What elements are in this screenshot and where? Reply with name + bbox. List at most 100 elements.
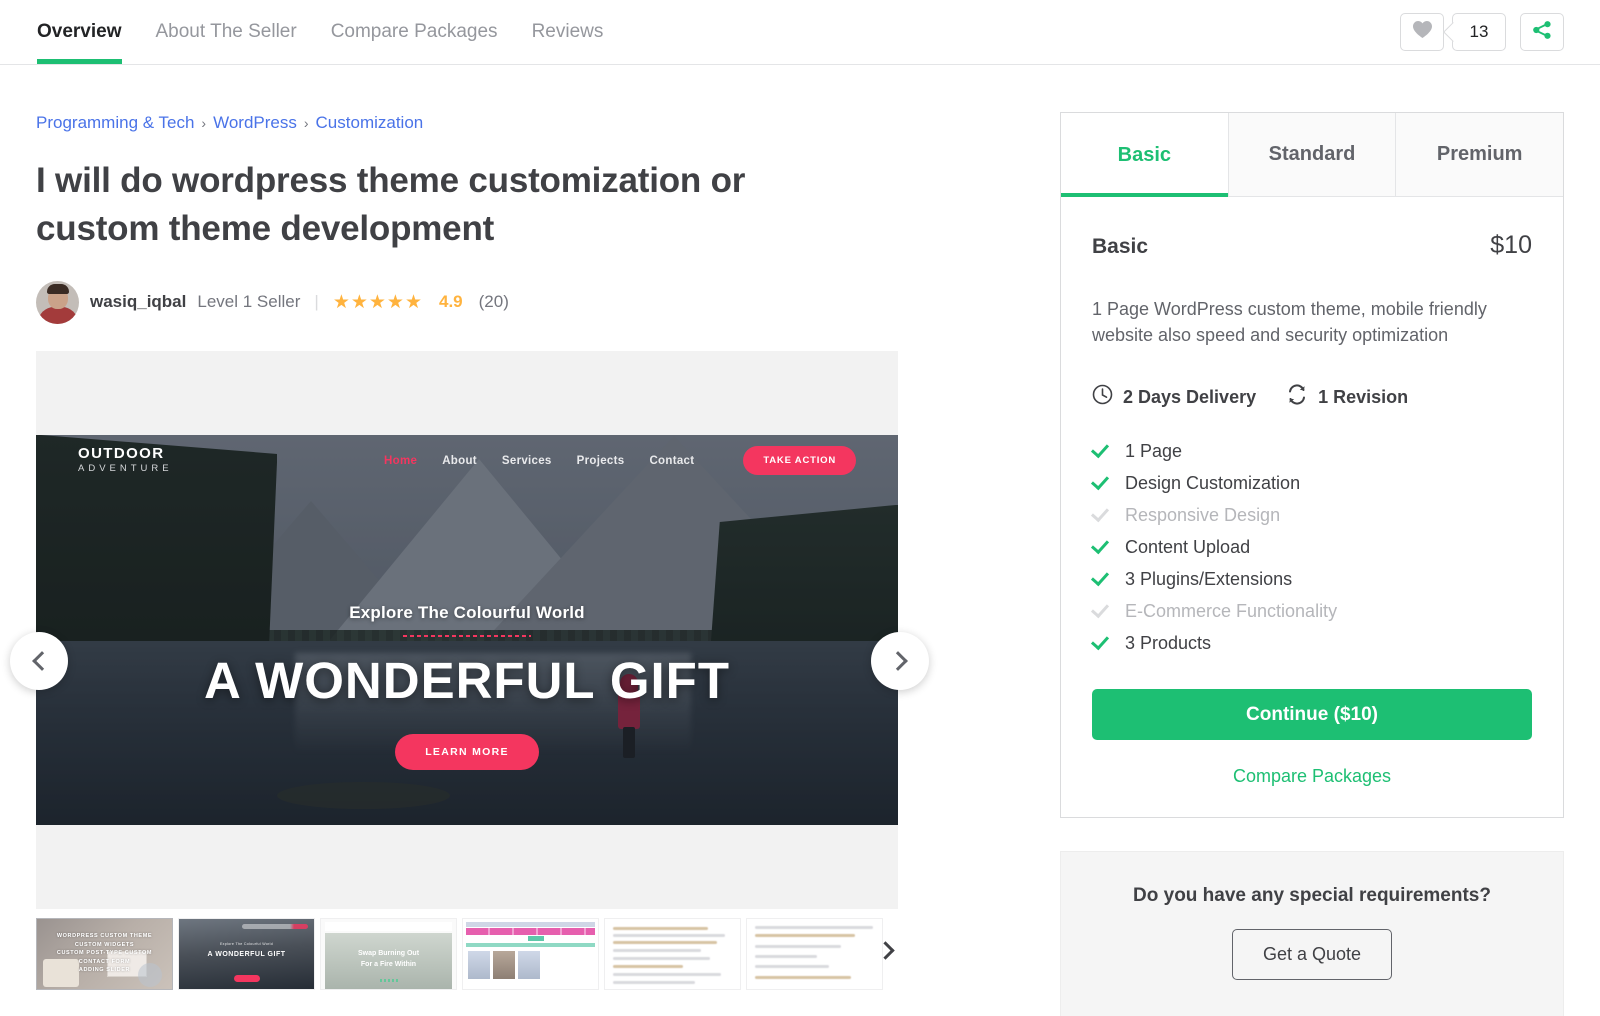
slide-nav-link-home: Home bbox=[384, 454, 418, 467]
gallery-next-button[interactable] bbox=[871, 631, 929, 690]
refresh-icon bbox=[1286, 384, 1308, 410]
avatar[interactable] bbox=[36, 280, 79, 324]
package-feature-list: 1 Page Design Customization Responsive D… bbox=[1092, 435, 1532, 659]
special-requirements-title: Do you have any special requirements? bbox=[1133, 885, 1491, 907]
gallery-thumbnail-caption: WORDPRESS CUSTOM THEME CUSTOM WIDGETS CU… bbox=[56, 933, 153, 974]
collect-count-value: 13 bbox=[1469, 22, 1489, 41]
slide-site-navbar: OUTDOOR ADVENTURE Home About Services Pr… bbox=[36, 441, 898, 481]
gallery-thumbnail[interactable]: WORDPRESS CUSTOM THEME CUSTOM WIDGETS CU… bbox=[36, 917, 173, 990]
tab-reviews[interactable]: Reviews bbox=[532, 0, 604, 64]
revisions: 1 Revision bbox=[1286, 384, 1408, 410]
slide-nav-link-contact: Contact bbox=[649, 454, 695, 467]
tab-overview-label: Overview bbox=[37, 21, 122, 42]
package-feature-label: Content Upload bbox=[1125, 536, 1251, 557]
tab-about-the-seller[interactable]: About The Seller bbox=[156, 0, 297, 64]
gig-actions: 13 bbox=[1400, 13, 1564, 51]
seller-level: Level 1 Seller bbox=[197, 292, 301, 312]
rating-stars-icon: ★★★★★ bbox=[332, 291, 423, 313]
gallery-slide-image[interactable]: OUTDOOR ADVENTURE Home About Services Pr… bbox=[36, 434, 898, 825]
slide-brand-logo: OUTDOOR ADVENTURE bbox=[78, 445, 173, 477]
slide-hero-headline: A WONDERFUL GIFT bbox=[204, 651, 730, 709]
package-feature-label: 3 Products bbox=[1125, 632, 1212, 653]
gallery-thumbnail-strip: WORDPRESS CUSTOM THEME CUSTOM WIDGETS CU… bbox=[36, 917, 898, 990]
gallery-thumbnail[interactable] bbox=[462, 917, 599, 990]
package-meta: 2 Days Delivery 1 Revision bbox=[1092, 384, 1532, 410]
package-feature-label: 1 Page bbox=[1125, 440, 1183, 461]
get-a-quote-button[interactable]: Get a Quote bbox=[1231, 929, 1393, 981]
check-icon bbox=[1092, 606, 1109, 617]
package-tabs: Basic Standard Premium bbox=[1061, 113, 1564, 197]
special-requirements-box: Do you have any special requirements? Ge… bbox=[1060, 851, 1564, 1016]
breadcrumb-item-category[interactable]: Programming & Tech bbox=[36, 113, 194, 133]
package-description: 1 Page WordPress custom theme, mobile fr… bbox=[1092, 299, 1487, 346]
slide-nav-link-about: About bbox=[442, 454, 477, 467]
package-feature-disabled: Responsive Design bbox=[1092, 499, 1532, 531]
slide-hero-divider bbox=[403, 634, 531, 637]
share-button[interactable] bbox=[1520, 13, 1564, 51]
package-details: Basic $10 1 Page WordPress custom theme,… bbox=[1061, 197, 1563, 817]
breadcrumb-item-leaf[interactable]: Customization bbox=[316, 113, 424, 133]
gallery-thumbnail[interactable]: Explore The Colourful World A WONDERFUL … bbox=[178, 917, 315, 990]
page-title: I will do wordpress theme customization … bbox=[36, 161, 746, 249]
tab-compare-packages[interactable]: Compare Packages bbox=[331, 0, 498, 64]
collect-count-badge[interactable]: 13 bbox=[1452, 13, 1506, 51]
gig-section-tabs: Overview About The Seller Compare Packag… bbox=[0, 0, 603, 64]
delivery-time-label: 2 Days Delivery bbox=[1123, 386, 1257, 407]
avatar-body bbox=[37, 306, 78, 324]
gallery-stage: OUTDOOR ADVENTURE Home About Services Pr… bbox=[36, 350, 898, 909]
share-icon bbox=[1532, 20, 1552, 45]
slide-hero-kicker: Explore The Colourful World bbox=[349, 602, 585, 622]
gig-gallery: OUTDOOR ADVENTURE Home About Services Pr… bbox=[10, 350, 929, 990]
check-icon bbox=[1092, 638, 1109, 649]
heart-icon bbox=[1412, 20, 1433, 44]
package-feature-label: 3 Plugins/Extensions bbox=[1125, 568, 1293, 589]
check-icon bbox=[1092, 446, 1109, 457]
package-feature: 3 Products bbox=[1092, 627, 1532, 659]
rating-count: (20) bbox=[478, 292, 509, 312]
package-feature: Design Customization bbox=[1092, 467, 1532, 499]
gallery-thumbnail[interactable] bbox=[746, 917, 883, 990]
gig-main-column: Programming & Tech › WordPress › Customi… bbox=[10, 65, 936, 1016]
package-feature: 3 Plugins/Extensions bbox=[1092, 563, 1532, 595]
breadcrumb-separator-icon: › bbox=[303, 115, 309, 131]
gig-page: Programming & Tech › WordPress › Customi… bbox=[0, 65, 1600, 1016]
compare-packages-link[interactable]: Compare Packages bbox=[1092, 766, 1532, 787]
collect-button[interactable] bbox=[1400, 13, 1444, 51]
chevron-right-icon bbox=[887, 650, 908, 671]
avatar-hair bbox=[46, 283, 69, 294]
breadcrumb-separator-icon: › bbox=[201, 115, 207, 131]
seller-divider: | bbox=[314, 292, 319, 312]
continue-button[interactable]: Continue ($10) bbox=[1092, 689, 1532, 741]
package-tab-premium[interactable]: Premium bbox=[1396, 113, 1564, 197]
gallery-thumbnail[interactable] bbox=[604, 917, 741, 990]
gallery-prev-button[interactable] bbox=[10, 631, 68, 690]
slide-brand-line2: ADVENTURE bbox=[78, 463, 173, 475]
package-tab-standard[interactable]: Standard bbox=[1228, 113, 1397, 197]
slide-take-action-button: TAKE ACTION bbox=[743, 446, 856, 476]
gallery-thumbnail-subcaption: Explore The Colourful World bbox=[219, 941, 274, 946]
package-panel: Basic Standard Premium Basic $10 1 Page … bbox=[1060, 112, 1564, 819]
check-icon bbox=[1092, 574, 1109, 585]
delivery-time: 2 Days Delivery bbox=[1092, 384, 1256, 410]
gallery-thumbnail[interactable]: Swap Burning Out For a Fire Within bbox=[320, 917, 457, 990]
package-feature-disabled: E-Commerce Functionality bbox=[1092, 595, 1532, 627]
tab-overview[interactable]: Overview bbox=[37, 0, 122, 64]
package-header: Basic $10 bbox=[1092, 231, 1532, 260]
check-icon bbox=[1092, 478, 1109, 489]
package-feature-label: Design Customization bbox=[1125, 472, 1301, 493]
tab-compare-packages-label: Compare Packages bbox=[330, 21, 498, 42]
gig-sidebar: Basic Standard Premium Basic $10 1 Page … bbox=[936, 65, 1564, 1016]
top-navigation-bar: Overview About The Seller Compare Packag… bbox=[0, 0, 1600, 65]
clock-icon bbox=[1092, 384, 1113, 410]
tab-reviews-label: Reviews bbox=[531, 21, 604, 42]
breadcrumb-item-subcategory[interactable]: WordPress bbox=[213, 113, 297, 133]
package-name: Basic bbox=[1092, 235, 1149, 258]
package-feature-label: E-Commerce Functionality bbox=[1125, 600, 1338, 621]
package-feature: Content Upload bbox=[1092, 531, 1532, 563]
package-tab-basic[interactable]: Basic bbox=[1061, 113, 1229, 197]
seller-username[interactable]: wasiq_iqbal bbox=[90, 292, 186, 312]
slide-hero-text: Explore The Colourful World A WONDERFUL … bbox=[36, 603, 898, 770]
slide-nav-link-services: Services bbox=[501, 454, 552, 467]
tab-about-the-seller-label: About The Seller bbox=[155, 21, 297, 42]
package-tab-basic-label: Basic bbox=[1117, 143, 1172, 166]
